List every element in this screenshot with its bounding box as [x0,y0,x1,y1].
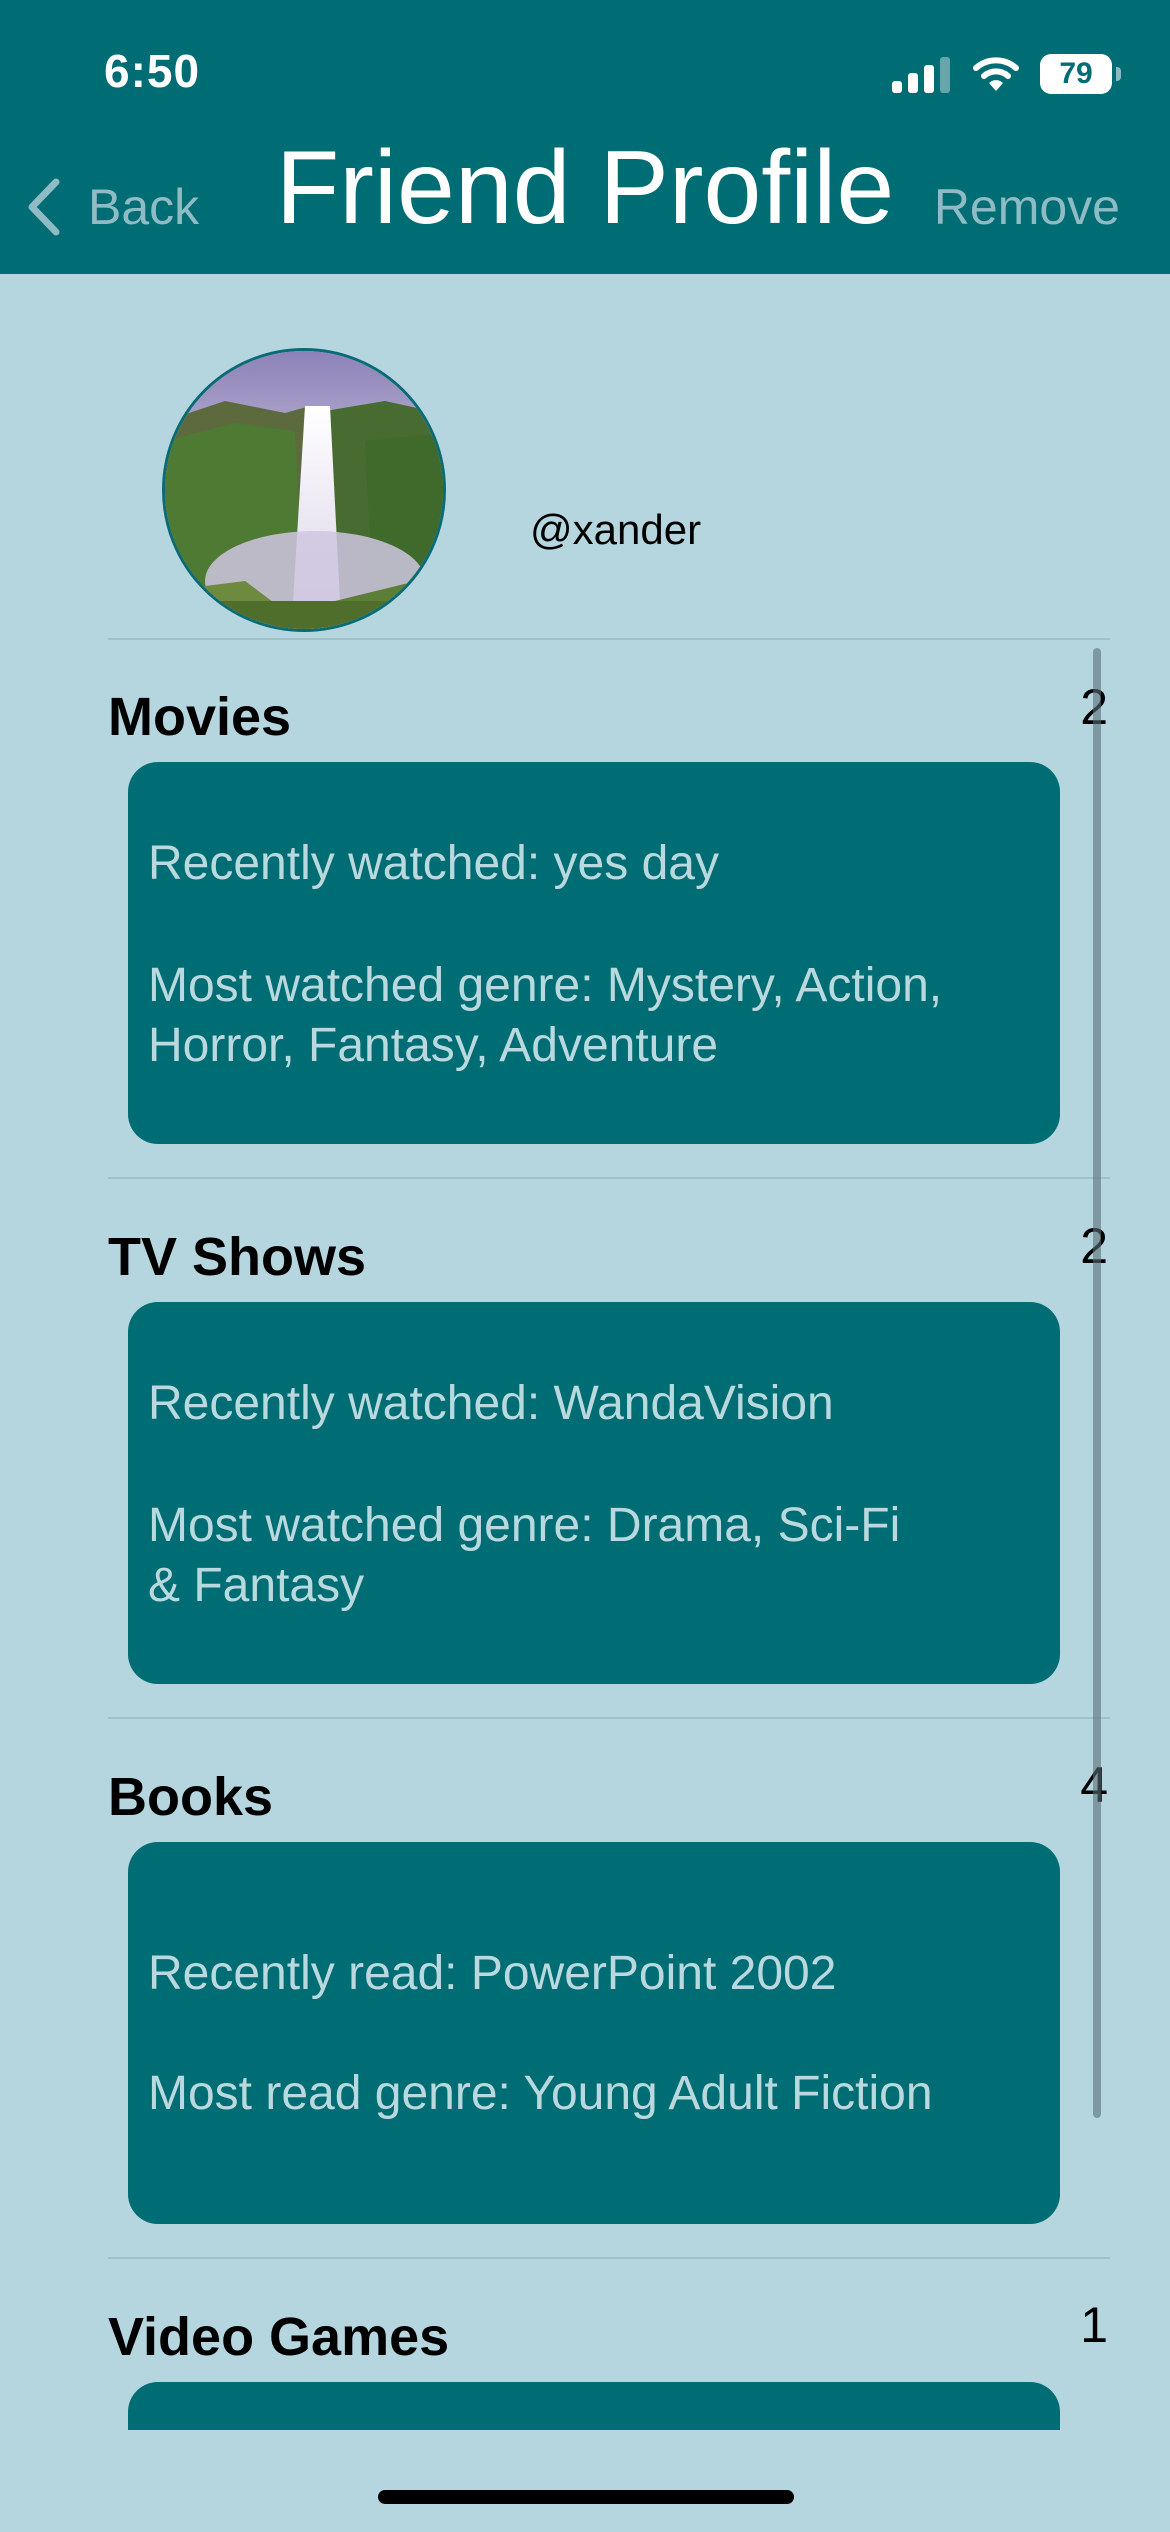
scroll-indicator[interactable] [1093,648,1101,2118]
tv-genre-line-2: & Fantasy [148,1559,365,1612]
navigation-header: 6:50 79 Back Friend Profile Remove [0,0,1170,274]
books-card[interactable]: Recently read: PowerPoint 2002 Most read… [128,1842,1060,2224]
section-count-video-games: 1 [1080,2297,1108,2353]
bottom-safe-area [0,2430,1170,2532]
signal-icon [892,55,950,93]
avatar [162,348,446,632]
home-indicator[interactable] [378,2490,794,2504]
movies-genre-line-2: Horror, Fantasy, Adventure [148,1019,719,1072]
divider [108,1177,1110,1179]
section-title-video-games: Video Games [108,2307,450,2367]
books-recently-read: Recently read: PowerPoint 2002 [148,1947,837,2000]
friend-profile-screen: 6:50 79 Back Friend Profile Remove @xand… [0,0,1170,2532]
tv-recently-watched: Recently watched: WandaVision [148,1377,834,1430]
section-title-movies: Movies [108,687,292,747]
section-title-tv-shows: TV Shows [108,1227,367,1287]
divider [108,1717,1110,1719]
movies-card[interactable]: Recently watched: yes day Most watched g… [128,762,1060,1144]
tv-shows-card[interactable]: Recently watched: WandaVision Most watch… [128,1302,1060,1684]
books-genre: Most read genre: Young Adult Fiction [148,2067,933,2120]
waterfall-photo [165,351,443,629]
status-icons: 79 [892,48,1121,100]
username: @xander [530,506,702,553]
divider [108,638,1110,640]
divider [108,2257,1110,2259]
section-title-books: Books [108,1767,274,1827]
wifi-icon [973,57,1019,91]
battery-level: 79 [1059,57,1093,90]
tv-genre-line-1: Most watched genre: Drama, Sci-Fi [148,1499,901,1552]
movies-recently-watched: Recently watched: yes day [148,837,719,890]
movies-genre-line-1: Most watched genre: Mystery, Action, [148,959,943,1012]
remove-friend-button[interactable]: Remove [934,178,1120,236]
battery-icon: 79 [1040,54,1121,94]
status-time: 6:50 [104,45,201,97]
